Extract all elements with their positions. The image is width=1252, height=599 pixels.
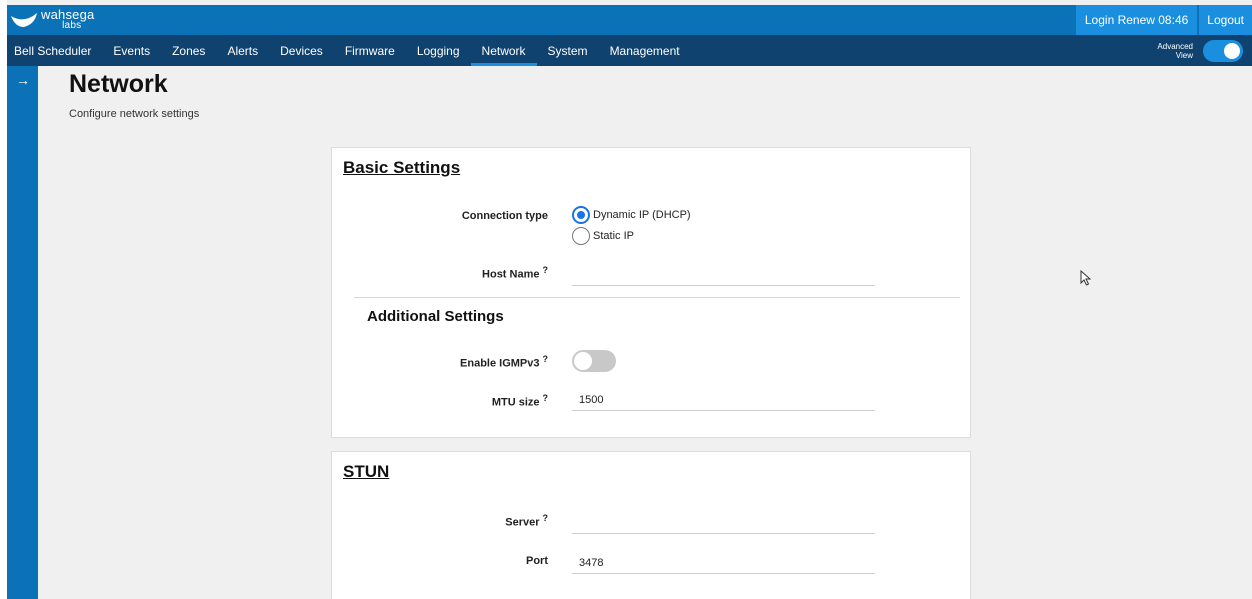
window-edge xyxy=(0,0,7,599)
nav-firmware[interactable]: Firmware xyxy=(334,35,406,66)
sidebar: → xyxy=(7,66,38,599)
nav-events[interactable]: Events xyxy=(102,35,161,66)
nav-network[interactable]: Network xyxy=(470,35,537,66)
mtu-label: MTU size? xyxy=(491,393,549,409)
top-bar: wahsega labs Login Renew 08:46 Logout xyxy=(7,5,1252,35)
host-name-label: Host Name? xyxy=(482,265,548,281)
wave-logo-icon xyxy=(11,13,37,27)
stun-card: STUN Server? Port 3478 xyxy=(331,451,971,599)
help-icon[interactable]: ? xyxy=(543,354,549,364)
nav-devices[interactable]: Devices xyxy=(269,35,334,66)
nav-alerts[interactable]: Alerts xyxy=(216,35,269,66)
help-icon[interactable]: ? xyxy=(543,513,549,523)
nav-zones[interactable]: Zones xyxy=(161,35,216,66)
nav-system[interactable]: System xyxy=(537,35,599,66)
toggle-knob xyxy=(1224,42,1240,59)
server-label: Server? xyxy=(505,513,548,529)
connection-type-label: Connection type xyxy=(461,210,548,222)
page-title: Network xyxy=(69,70,168,98)
main-nav: Bell Scheduler Events Zones Alerts Devic… xyxy=(7,35,1252,66)
mouse-cursor-icon xyxy=(1080,270,1092,286)
igmp-label: Enable IGMPv3? xyxy=(460,354,548,370)
radio-static-icon[interactable] xyxy=(572,227,590,245)
stun-title: STUN xyxy=(343,462,390,481)
radio-dhcp-icon[interactable] xyxy=(572,206,590,224)
basic-settings-card: Basic Settings Connection type Dynamic I… xyxy=(331,147,971,438)
mtu-input[interactable]: 1500 xyxy=(572,389,875,411)
toggle-knob xyxy=(574,352,592,370)
port-label: Port xyxy=(526,555,548,567)
advanced-view-label: Advanced View xyxy=(1157,41,1193,60)
nav-bell-scheduler[interactable]: Bell Scheduler xyxy=(7,35,102,66)
nav-management[interactable]: Management xyxy=(599,35,691,66)
help-icon[interactable]: ? xyxy=(543,393,549,403)
additional-settings-title: Additional Settings xyxy=(367,308,504,325)
radio-static-label: Static IP xyxy=(593,230,634,242)
advanced-view-toggle[interactable] xyxy=(1203,39,1243,62)
basic-settings-title: Basic Settings xyxy=(343,158,461,177)
server-input[interactable] xyxy=(572,512,875,534)
section-divider xyxy=(354,297,960,298)
igmp-toggle[interactable] xyxy=(572,350,616,372)
advanced-view: Advanced View xyxy=(1157,39,1243,62)
help-icon[interactable]: ? xyxy=(543,265,549,275)
port-input[interactable]: 3478 xyxy=(572,552,875,574)
page-subtitle: Configure network settings xyxy=(69,108,200,120)
brand-logo[interactable]: wahsega labs xyxy=(9,5,94,35)
radio-dhcp-label: Dynamic IP (DHCP) xyxy=(593,209,691,221)
arrow-right-icon[interactable]: → xyxy=(16,72,30,88)
nav-logging[interactable]: Logging xyxy=(406,35,471,66)
host-name-input[interactable] xyxy=(572,264,875,286)
login-renew-button[interactable]: Login Renew 08:46 xyxy=(1075,5,1200,35)
radio-static[interactable]: Static IP xyxy=(572,227,634,245)
radio-dhcp[interactable]: Dynamic IP (DHCP) xyxy=(572,206,691,224)
logout-button[interactable]: Logout xyxy=(1199,5,1252,35)
